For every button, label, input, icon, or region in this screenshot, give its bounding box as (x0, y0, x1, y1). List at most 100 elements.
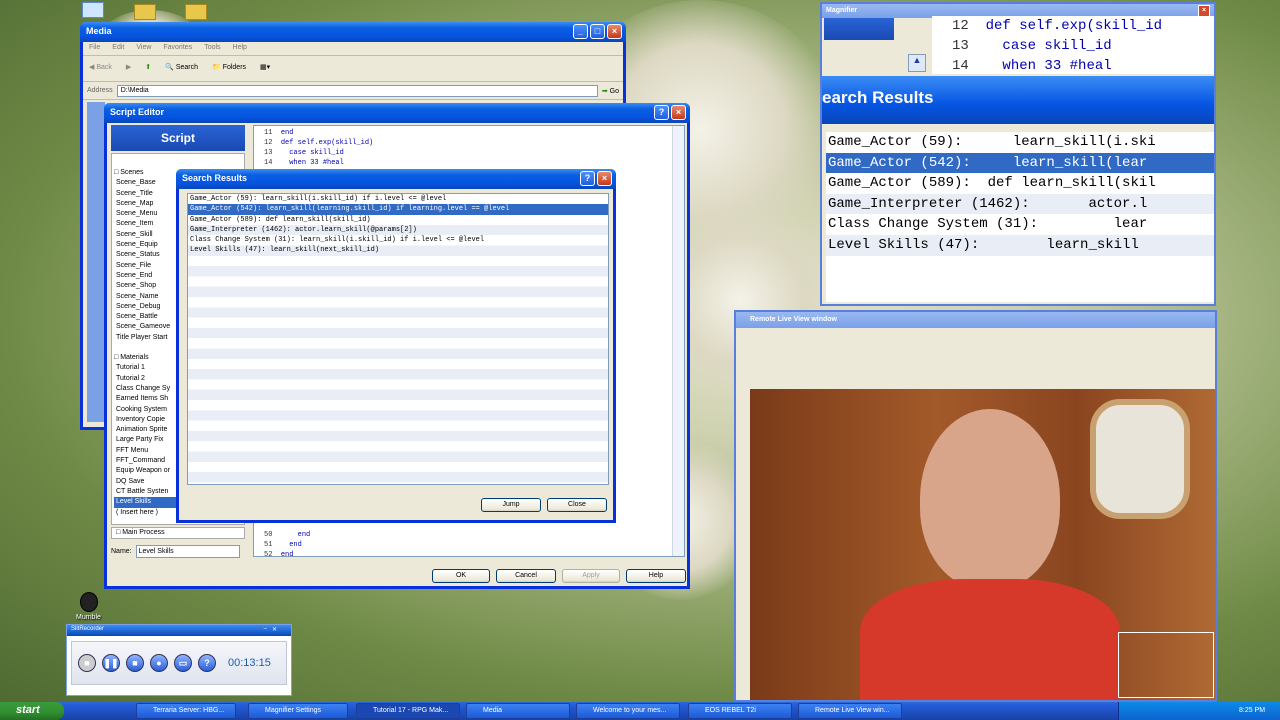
back-button[interactable]: ◀ Back (89, 63, 112, 74)
code-line: 51 end (264, 540, 310, 550)
taskbar-item-media[interactable]: Media (466, 703, 570, 719)
menu-favorites[interactable]: Favorites (163, 44, 192, 53)
remote-titlebar[interactable]: Remote Live View window (736, 312, 1215, 328)
code-line: 11 end (264, 128, 684, 138)
line-number: 14 (264, 159, 273, 167)
magnified-line-number: 12 (952, 18, 969, 34)
line-number: 13 (264, 149, 273, 157)
mumble-label: Mumble (76, 614, 101, 621)
close-icon[interactable]: × (607, 24, 622, 39)
views-icon[interactable]: ▦▾ (260, 63, 270, 74)
line-number: 51 (264, 541, 273, 549)
menu-file[interactable]: File (89, 44, 100, 53)
magnified-result-row: Class Change System (31): lear (828, 216, 1148, 233)
search-results-title: Search Results (182, 173, 248, 183)
search-button[interactable]: 🔍 Search (165, 63, 198, 74)
code-text: def self.exp(skill_id) (280, 139, 374, 147)
taskbar-item-remote-live-view[interactable]: Remote Live View win... (798, 703, 902, 719)
maximize-icon[interactable]: □ (590, 24, 605, 39)
menu-tools[interactable]: Tools (204, 44, 220, 53)
start-button[interactable]: start (0, 702, 64, 720)
close-icon[interactable]: × (671, 105, 686, 120)
script-panel-header: Script (111, 125, 245, 151)
search-result-row[interactable]: Level Skills (47): learn_skill(next_skil… (188, 245, 608, 255)
back-label: Back (96, 64, 112, 71)
close-icon[interactable]: ✕ (272, 626, 277, 633)
search-result-row[interactable]: Class Change System (31): learn_skill(i.… (188, 235, 608, 245)
magnified-result-row: Level Skills (47): learn_skill (826, 234, 1214, 256)
folders-button[interactable]: 📁 Folders (212, 63, 246, 74)
search-results-titlebar[interactable]: Search Results ? × (176, 169, 616, 189)
stop-icon[interactable]: ■ (126, 654, 144, 672)
recycle-bin-icon[interactable] (82, 2, 104, 18)
remote-live-view-window[interactable]: Remote Live View window (734, 310, 1217, 702)
search-result-row[interactable]: Game_Actor (542): learn_skill(learning.s… (188, 204, 608, 215)
recorder-titlebar[interactable]: SlitRecorder – ✕ (67, 625, 291, 636)
stop-record-icon[interactable]: ■ (78, 654, 96, 672)
script-editor-title: Script Editor (110, 107, 165, 117)
close-icon[interactable]: × (597, 171, 612, 186)
magnified-line-number: 14 (952, 58, 969, 74)
menu-edit[interactable]: Edit (112, 44, 124, 53)
code-scrollbar[interactable] (672, 126, 684, 556)
search-results-list[interactable]: Game_Actor (59): learn_skill(i.skill_id)… (187, 193, 609, 485)
materials-header-label: Materials (120, 354, 149, 362)
magnified-result-row: Game_Actor (59): learn_skill(i.ski (828, 134, 1156, 150)
menu-help[interactable]: Help (233, 44, 247, 53)
folder-icon[interactable] (185, 4, 207, 20)
search-result-row[interactable]: Game_Interpreter (1462): actor.learn_ski… (188, 225, 608, 235)
code-line: 52 end (264, 550, 310, 560)
magnified-code-line: 14 when 33 #heal (952, 56, 1214, 74)
cancel-button[interactable]: Cancel (496, 569, 556, 583)
magnified-result-row: Game_Interpreter (1462): actor.l (826, 193, 1214, 215)
code-text: when 33 #heal (280, 159, 344, 167)
system-tray: 8:25 PM (1118, 702, 1280, 720)
media-menubar: File Edit View Favorites Tools Help (83, 42, 623, 56)
help-icon[interactable]: ? (654, 105, 669, 120)
main-process-header[interactable]: □ Main Process (111, 527, 245, 539)
recorder-window[interactable]: SlitRecorder – ✕ ■ ❚❚ ■ ● ▭ ? 00:13:15 (66, 624, 292, 696)
search-result-row[interactable]: Game_Actor (59): learn_skill(i.skill_id)… (188, 194, 608, 204)
media-toolbar: ◀ Back ▶ ⬆ 🔍 Search 📁 Folders ▦▾ (83, 56, 623, 82)
up-folder-icon[interactable]: ⬆ (145, 63, 151, 74)
webcam-overlay-frame (1118, 632, 1214, 698)
magnifier-window[interactable]: Magnifier × ▲ 12 def self.exp(skill_id 13… (820, 2, 1216, 306)
ok-button[interactable]: OK (432, 569, 490, 583)
scenes-header-label: Scenes (120, 169, 144, 176)
taskbar-item-terraria[interactable]: Terraria Server: HBG... (136, 703, 236, 719)
taskbar-item-rpg-maker[interactable]: Tutorial 17 - RPG Mak... (356, 703, 460, 719)
go-button[interactable]: ➡ Go (602, 87, 619, 95)
search-results-dialog[interactable]: Search Results ? × Game_Actor (59): learn… (176, 169, 616, 523)
clock[interactable]: 8:25 PM (1239, 707, 1265, 714)
apply-button[interactable]: Apply (562, 569, 620, 583)
pause-icon[interactable]: ❚❚ (102, 654, 120, 672)
recorder-timer: 00:13:15 (228, 657, 271, 669)
taskbar-item-eos-rebel[interactable]: EOS REBEL T2i (688, 703, 792, 719)
minimize-icon[interactable]: – (264, 626, 267, 632)
mumble-icon[interactable] (80, 592, 98, 612)
close-button[interactable]: Close (547, 498, 607, 512)
media-titlebar[interactable]: Media _ □ × (80, 22, 626, 42)
jump-button[interactable]: Jump (481, 498, 541, 512)
minimize-icon[interactable]: _ (573, 24, 588, 39)
help-icon[interactable]: ? (198, 654, 216, 672)
magnified-script-panel: ▲ (824, 18, 928, 74)
folder-icon[interactable] (134, 4, 156, 20)
screen-icon[interactable]: ▭ (174, 654, 192, 672)
chat-icon[interactable]: ● (150, 654, 168, 672)
webcam-person-face (920, 409, 1060, 589)
taskbar-item-welcome[interactable]: Welcome to your mes... (576, 703, 680, 719)
script-editor-titlebar[interactable]: Script Editor ? × (104, 103, 690, 123)
forward-button[interactable]: ▶ (126, 63, 131, 74)
webcam-mirror (1090, 399, 1190, 519)
help-icon[interactable]: ? (580, 171, 595, 186)
magnified-search-header: earch Results (822, 76, 1214, 124)
magnified-script-header (824, 18, 894, 40)
magnified-result-row: Game_Actor (542): learn_skill(lear (826, 152, 1214, 174)
name-input[interactable]: Level Skills (135, 545, 240, 558)
menu-view[interactable]: View (136, 44, 151, 53)
address-input[interactable]: D:\Media (116, 84, 598, 97)
search-result-row[interactable]: Game_Actor (589): def learn_skill(skill_… (188, 215, 608, 225)
taskbar-item-magnifier[interactable]: Magnifier Settings (248, 703, 348, 719)
help-button[interactable]: Help (626, 569, 686, 583)
